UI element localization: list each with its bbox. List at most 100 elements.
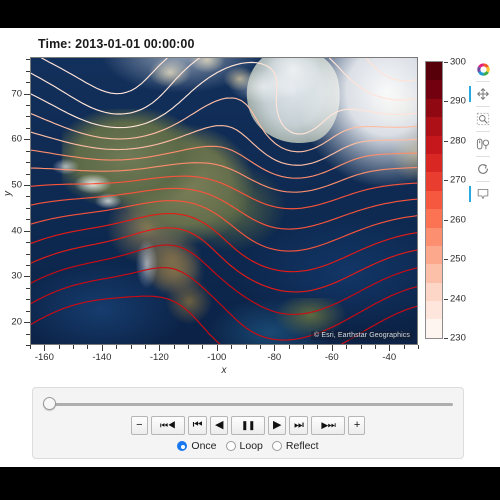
- colorbar-band: [426, 190, 442, 210]
- x-tick: [173, 345, 175, 349]
- x-tick: [87, 345, 89, 349]
- plot-frame[interactable]: © Esri, Earthstar Geographics: [30, 57, 418, 345]
- toolbar-divider: [476, 131, 490, 132]
- x-tick: [159, 345, 161, 351]
- first-frame-button[interactable]: ⏮◀: [150, 416, 185, 435]
- y-tick: [26, 287, 30, 289]
- x-tick: [130, 345, 132, 349]
- toolbar-divider: [476, 81, 490, 82]
- radio-label: Once: [191, 440, 217, 452]
- y-tick: [26, 196, 30, 198]
- pause-button[interactable]: ❚❚: [231, 416, 265, 435]
- colorbar-tick: [444, 101, 448, 103]
- play-button[interactable]: ▶: [268, 416, 286, 435]
- faster-button[interactable]: +: [348, 416, 366, 435]
- colorbar-band: [426, 153, 442, 173]
- radio-option-once[interactable]: Once: [177, 440, 217, 452]
- loop-policy-radio-group[interactable]: Once Loop Reflect: [33, 440, 463, 452]
- animation-player[interactable]: − ⏮◀ ⏮ ◀ ❚❚ ▶ ⏭ ▶⏭ + Once Loop Reflect: [32, 387, 464, 459]
- colorbar-band: [426, 245, 442, 265]
- x-tick: [259, 345, 261, 349]
- x-tick: [144, 345, 146, 349]
- colorbar: 300 290 280 270 260 250 240 230: [425, 57, 469, 349]
- playback-buttons[interactable]: − ⏮◀ ⏮ ◀ ❚❚ ▶ ⏭ ▶⏭ +: [33, 416, 463, 435]
- reverse-play-button[interactable]: ◀: [210, 416, 228, 435]
- save-tool[interactable]: [469, 183, 494, 205]
- contour-level-250: [31, 124, 417, 166]
- y-tick: [26, 207, 30, 209]
- colorbar-tick-label: 260: [450, 214, 466, 226]
- frame-slider[interactable]: [43, 397, 453, 411]
- pan-tool[interactable]: [469, 83, 494, 105]
- x-tick-label: -80: [267, 352, 282, 363]
- contour-level-255: [31, 145, 417, 179]
- radio-option-loop[interactable]: Loop: [225, 440, 263, 452]
- radio-option-reflect[interactable]: Reflect: [271, 440, 319, 452]
- colorbar-band: [426, 172, 442, 191]
- toolbar-divider: [476, 106, 490, 107]
- box-zoom-tool[interactable]: [472, 108, 494, 130]
- x-tick: [374, 345, 376, 349]
- next-frame-button[interactable]: ⏭: [288, 416, 309, 435]
- contour-plot[interactable]: © Esri, Earthstar Geographics: [30, 57, 418, 345]
- x-tick: [403, 345, 405, 349]
- app-root: Time: 2013-01-01 00:00:00 © Esri, Earths…: [0, 0, 500, 500]
- x-tick: [44, 345, 46, 351]
- slower-button[interactable]: −: [130, 416, 148, 435]
- contour-level-265: [31, 175, 417, 210]
- y-tick: [24, 93, 30, 95]
- bokeh-logo-icon[interactable]: [472, 58, 494, 80]
- radio-dot[interactable]: [225, 441, 236, 451]
- x-tick: [274, 345, 276, 351]
- x-tick: [389, 345, 391, 351]
- colorbar-tick-label: 280: [450, 135, 466, 147]
- colorbar-band: [426, 264, 442, 283]
- plot-canvas: Time: 2013-01-01 00:00:00 © Esri, Earths…: [0, 28, 500, 467]
- previous-frame-button[interactable]: ⏮: [187, 416, 208, 435]
- y-tick: [26, 310, 30, 312]
- contour-level-235: [31, 58, 417, 115]
- y-tick-label: 60: [11, 133, 22, 145]
- map-attribution: © Esri, Earthstar Geographics: [311, 331, 413, 340]
- radio-dot[interactable]: [177, 441, 188, 451]
- colorbar-tick: [444, 298, 448, 300]
- x-tick: [303, 345, 305, 349]
- contour-level-270: [31, 187, 417, 230]
- colorbar-tick-label: 290: [450, 95, 466, 107]
- x-tick: [331, 345, 333, 351]
- colorbar-band: [426, 319, 442, 338]
- wheel-zoom-tool[interactable]: [472, 133, 494, 155]
- x-tick: [58, 345, 60, 349]
- y-tick: [26, 59, 30, 61]
- x-tick: [288, 345, 290, 349]
- y-tick: [26, 345, 30, 346]
- colorbar-tick-label: 230: [450, 332, 466, 344]
- colorbar-tick-label: 240: [450, 293, 466, 305]
- y-tick: [26, 127, 30, 129]
- x-tick-label: -40: [382, 352, 397, 363]
- x-tick: [202, 345, 204, 349]
- y-axis-title: y: [2, 191, 14, 196]
- x-tick: [231, 345, 233, 349]
- x-tick: [245, 345, 247, 349]
- y-tick-label: 40: [11, 225, 22, 237]
- slider-track[interactable]: [43, 403, 453, 406]
- y-tick: [24, 322, 30, 324]
- contour-level-295: [31, 267, 417, 341]
- toolbar-divider: [476, 181, 490, 182]
- colorbar-tick: [444, 140, 448, 142]
- reset-tool[interactable]: [472, 158, 494, 180]
- y-tick-label: 30: [11, 270, 22, 282]
- radio-dot[interactable]: [271, 441, 282, 451]
- bokeh-toolbar[interactable]: [469, 58, 496, 205]
- colorbar-tick: [444, 259, 448, 261]
- colorbar-tick: [444, 338, 448, 339]
- slider-handle[interactable]: [43, 397, 56, 410]
- last-frame-button[interactable]: ▶⏭: [311, 416, 346, 435]
- y-tick: [26, 116, 30, 118]
- y-tick: [24, 230, 30, 232]
- x-tick: [360, 345, 362, 349]
- y-tick: [26, 242, 30, 244]
- y-tick-label: 70: [11, 88, 22, 100]
- colorbar-tick: [444, 219, 448, 221]
